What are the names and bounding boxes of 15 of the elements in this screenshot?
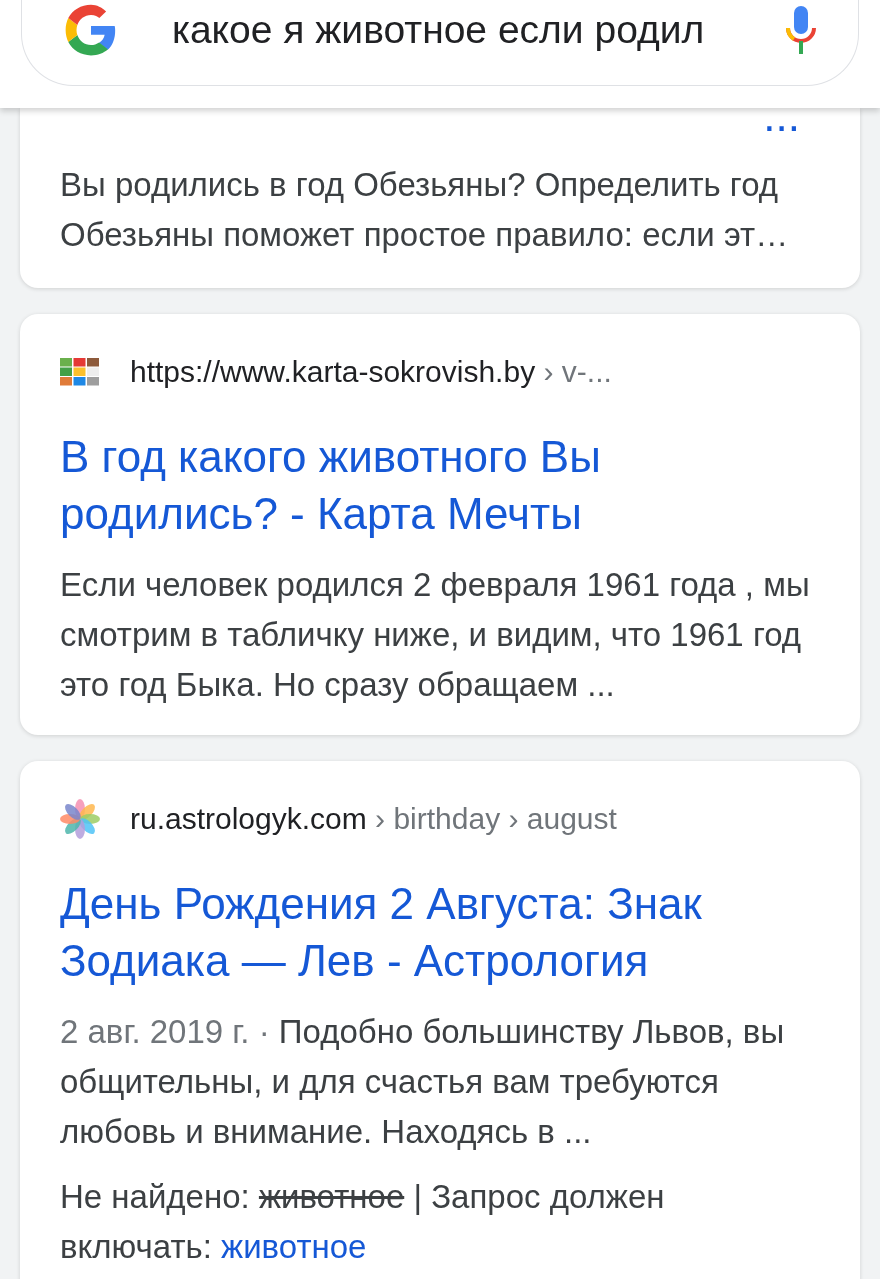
required-term-link[interactable]: животное <box>221 1228 367 1265</box>
microphone-icon[interactable] <box>784 3 818 56</box>
site-url: ru.astrologyk.com › birthday › august <box>130 802 617 836</box>
search-input[interactable]: какое я животное если родил <box>172 7 732 52</box>
result-snippet: Вы родились в год Обезьяны? Определить год Обезьяны поможет простое правило: если эт… <box>60 165 790 255</box>
result-title-link[interactable]: В год какого животного Вы родились? - Карта Мечты <box>60 428 820 542</box>
search-field[interactable]: какое я животное если родил <box>21 0 859 86</box>
site-url: https://www.karta-sokrovish.by › v-... <box>130 355 612 389</box>
result-title-link[interactable]: День Рождения 2 Августа: Знак Зодиака — Лев - Астрология <box>60 875 820 989</box>
result-title-link[interactable]: ... <box>763 108 800 141</box>
missing-terms-note: Не найдено: животное | Запрос должен включать: животное <box>60 1177 666 1267</box>
flower-icon <box>60 799 100 839</box>
result-snippet: Если человек родился 2 февраля 1961 года , мы смотрим в табличку ниже, и видим, что 1961 год это год Быка. Но сразу обращаем ... <box>60 565 811 705</box>
result-snippet: 2 авг. 2019 г. · Подобно большинству Львов, вы общительны, и для счастья вам требуются любовь и внимание. Находясь в ... <box>60 1012 786 1152</box>
tiles-icon <box>60 358 100 386</box>
